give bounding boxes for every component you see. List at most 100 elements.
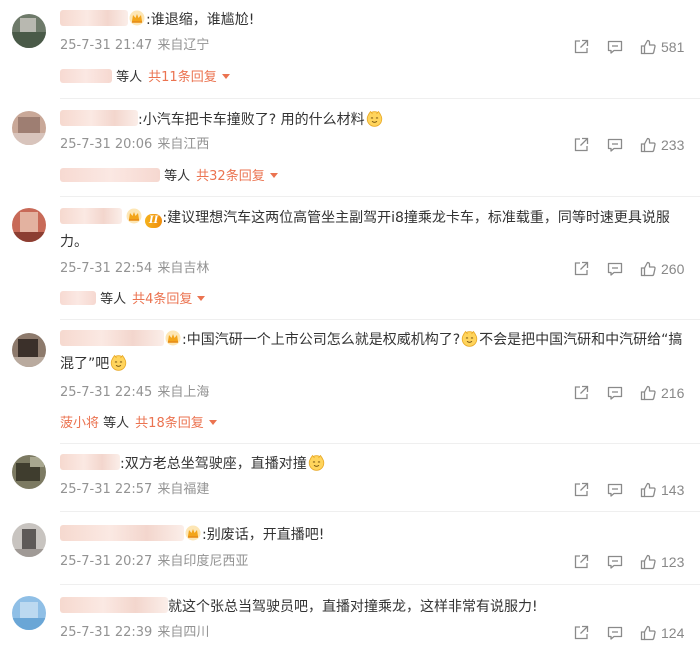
comment-icon[interactable] [606, 481, 624, 499]
comment-meta: 25-7-31 22:54 来自吉林 [60, 260, 209, 278]
avatar[interactable] [12, 111, 46, 145]
share-icon[interactable] [572, 553, 590, 571]
share-icon[interactable] [572, 384, 590, 402]
username-blurred[interactable] [60, 525, 184, 541]
thumbs-up-icon[interactable] [639, 624, 657, 642]
crown-icon [129, 10, 145, 26]
username-blurred[interactable] [60, 10, 128, 26]
comment-text: 就这个张总当驾驶员吧，直播对撞乘龙，这样非常有说服力! [60, 595, 688, 619]
share-icon[interactable] [572, 136, 590, 154]
comment-meta: 25-7-31 22:45 来自上海 [60, 384, 209, 402]
reply-summary: 菠小将 等人 共18条回复 [60, 414, 217, 434]
comment-time: 25-7-31 22:45 [60, 385, 153, 400]
comment-meta: 25-7-31 20:27 来自印度尼西亚 [60, 553, 248, 571]
divider [60, 584, 700, 585]
share-icon[interactable] [572, 260, 590, 278]
comment-location: 来自吉林 [157, 261, 210, 276]
comment-location: 来自辽宁 [157, 38, 210, 53]
comment-location: 来自江西 [157, 137, 210, 152]
divider [60, 98, 700, 99]
chevron-down-icon [221, 74, 230, 79]
comment-body: 就这个张总当驾驶员吧，直播对撞乘龙，这样非常有说服力! [168, 599, 538, 615]
reply-summary: 等人 共32条回复 [60, 167, 278, 187]
comment-time: 25-7-31 22:39 [60, 625, 153, 640]
reply-suffix: 等人 [103, 416, 130, 431]
comment-icon[interactable] [606, 624, 624, 642]
comment-actions: 216 [572, 384, 692, 402]
like-count: 233 [661, 137, 685, 153]
comment-text: :别废话，开直播吧! [60, 523, 688, 547]
username-blurred[interactable] [60, 208, 122, 224]
comment-icon[interactable] [606, 136, 624, 154]
comment-actions: 260 [572, 260, 692, 278]
reply-user-blurred[interactable] [60, 69, 112, 83]
comment-text: II:建议理想汽车这两位高管坐主副驾开i8撞乘龙卡车，标准载重，同等时速更具说服… [60, 206, 688, 254]
comment-location: 来自福建 [157, 482, 210, 497]
view-replies-link[interactable]: 共32条回复 [196, 169, 278, 184]
comment-icon[interactable] [606, 260, 624, 278]
comment-location: 来自四川 [157, 625, 210, 640]
comment-icon[interactable] [606, 384, 624, 402]
avatar[interactable] [12, 455, 46, 489]
comment-actions: 124 [572, 624, 692, 642]
share-icon[interactable] [572, 38, 590, 56]
comment-text: :谁退缩，谁尴尬! [60, 8, 688, 32]
comment-time: 25-7-31 20:27 [60, 554, 153, 569]
comment-text: :中国汽研一个上市公司怎么就是权威机构了? 不会是把中国汽研和中汽研给“搞混了”吧 [60, 328, 688, 376]
like-count: 260 [661, 261, 685, 277]
comment-meta: 25-7-31 22:57 来自福建 [60, 481, 209, 499]
reply-user-blurred[interactable] [60, 291, 96, 305]
divider [60, 511, 700, 512]
comment-icon[interactable] [606, 38, 624, 56]
comment-body: :双方老总坐驾驶座，直播对撞 [120, 456, 307, 472]
crown-icon [185, 525, 201, 541]
comment-body: :别废话，开直播吧! [202, 527, 325, 543]
divider [60, 319, 700, 320]
view-replies-link[interactable]: 共18条回复 [135, 416, 217, 431]
comment-time: 25-7-31 21:47 [60, 38, 153, 53]
thumbs-up-icon[interactable] [639, 136, 657, 154]
thumbs-up-icon[interactable] [639, 481, 657, 499]
thumbs-up-icon[interactable] [639, 38, 657, 56]
comment-time: 25-7-31 22:54 [60, 261, 153, 276]
view-replies-link[interactable]: 共4条回复 [132, 292, 206, 307]
chevron-down-icon [269, 173, 278, 178]
username-blurred[interactable] [60, 330, 164, 346]
username-blurred[interactable] [60, 597, 168, 613]
avatar[interactable] [12, 596, 46, 630]
comment-text: :小汽车把卡车撞败了? 用的什么材料 [60, 108, 688, 132]
comment-body: :小汽车把卡车撞败了? 用的什么材料 [138, 112, 365, 128]
doge-emoji-icon [308, 454, 325, 471]
thumbs-up-icon[interactable] [639, 553, 657, 571]
comment-body: :谁退缩，谁尴尬! [146, 12, 255, 28]
avatar[interactable] [12, 14, 46, 48]
comment-icon[interactable] [606, 553, 624, 571]
username-blurred[interactable] [60, 110, 138, 126]
like-count: 123 [661, 554, 685, 570]
view-replies-link[interactable]: 共11条回复 [148, 70, 230, 85]
doge-emoji-icon [110, 354, 127, 371]
comment-time: 25-7-31 22:57 [60, 482, 153, 497]
avatar[interactable] [12, 523, 46, 557]
reply-summary: 等人 共11条回复 [60, 68, 230, 88]
like-count: 216 [661, 385, 685, 401]
avatar[interactable] [12, 208, 46, 242]
comment-actions: 581 [572, 38, 692, 56]
share-icon[interactable] [572, 624, 590, 642]
reply-user-blurred[interactable] [60, 168, 160, 182]
comment-actions: 233 [572, 136, 692, 154]
avatar[interactable] [12, 333, 46, 367]
divider [60, 443, 700, 444]
share-icon[interactable] [572, 481, 590, 499]
comment-meta: 25-7-31 20:06 来自江西 [60, 136, 209, 154]
crown-icon [165, 330, 181, 346]
username-blurred[interactable] [60, 454, 120, 470]
like-count: 143 [661, 482, 685, 498]
thumbs-up-icon[interactable] [639, 260, 657, 278]
like-count: 581 [661, 39, 685, 55]
comment-body: :中国汽研一个上市公司怎么就是权威机构了? [182, 332, 461, 348]
reply-user-name[interactable]: 菠小将 [60, 416, 99, 431]
crown-icon [126, 208, 142, 224]
comment-location: 来自上海 [157, 385, 210, 400]
thumbs-up-icon[interactable] [639, 384, 657, 402]
